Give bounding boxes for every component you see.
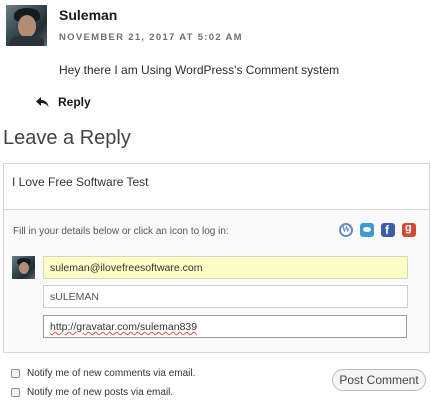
name-field[interactable]: sULEMAN [43, 285, 408, 308]
comment-textarea[interactable]: I Love Free Software Test [3, 163, 430, 210]
google-plus-icon[interactable] [402, 222, 416, 237]
facebook-icon[interactable] [381, 223, 395, 237]
website-field[interactable]: http://gravatar.com/suleman839 [43, 315, 407, 338]
email-field[interactable]: suleman@ilovefreesoftware.com [43, 256, 408, 279]
reply-link[interactable]: Reply [36, 95, 91, 109]
login-prompt: Fill in your details below or click an i… [13, 226, 229, 237]
notify-posts-checkbox[interactable] [11, 388, 20, 397]
notify-posts-label: Notify me of new posts via email. [27, 387, 174, 398]
notify-comments-checkbox[interactable] [11, 369, 20, 378]
reply-label: Reply [58, 95, 91, 109]
comment-date[interactable]: NOVEMBER 21, 2017 AT 5:02 AM [59, 32, 243, 43]
post-comment-button[interactable]: Post Comment [332, 369, 426, 391]
form-avatar [12, 256, 35, 279]
notify-comments-option[interactable]: Notify me of new comments via email. [11, 368, 195, 379]
notify-comments-label: Notify me of new comments via email. [27, 368, 196, 379]
website-url-rest: gravatar.com/suleman839 [76, 321, 198, 333]
comment-author-name[interactable]: Suleman [59, 7, 117, 23]
comment-avatar [6, 5, 47, 46]
reply-arrow-icon [36, 96, 49, 107]
twitter-icon[interactable] [360, 223, 374, 237]
comment-text: Hey there I am Using WordPress's Comment… [59, 63, 340, 77]
wordpress-icon[interactable] [339, 223, 353, 237]
leave-reply-heading: Leave a Reply [3, 127, 131, 149]
website-url-prefix: http:// [50, 321, 77, 333]
notify-posts-option[interactable]: Notify me of new posts via email. [11, 387, 173, 398]
